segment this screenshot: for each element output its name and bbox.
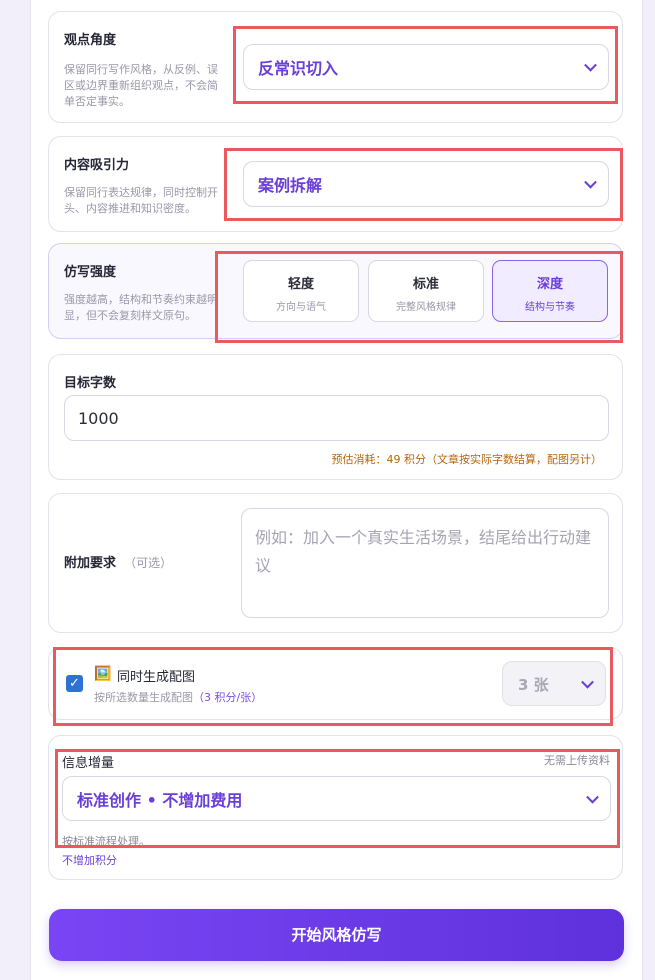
word-count-title: 目标字数 bbox=[64, 376, 117, 391]
extra-optional: （可选） bbox=[124, 556, 173, 570]
attraction-desc: 保留同行表达规律，同时控制开头、内容推进和知识密度。 bbox=[64, 186, 218, 215]
highlight-box bbox=[53, 647, 613, 726]
word-count-value: 1000 bbox=[78, 409, 119, 428]
extra-label: 附加要求 （可选） bbox=[64, 552, 172, 571]
intensity-title: 仿写强度 bbox=[64, 265, 117, 280]
extra-placeholder: 例如：加入一个真实生活场景，结尾给出行动建议 bbox=[255, 528, 592, 575]
info-cost: 不增加积分 bbox=[62, 854, 117, 867]
extra-textarea[interactable]: 例如：加入一个真实生活场景，结尾给出行动建议 bbox=[241, 508, 609, 618]
intensity-desc: 强度越高，结构和节奏约束越明显，但不会复刻样文原句。 bbox=[64, 293, 218, 322]
extra-title: 附加要求 bbox=[64, 556, 117, 571]
viewpoint-title: 观点角度 bbox=[64, 33, 117, 48]
highlight-box bbox=[224, 148, 623, 221]
highlight-box bbox=[233, 26, 618, 104]
highlight-box bbox=[55, 749, 620, 848]
viewpoint-desc: 保留同行写作风格，从反例、误区或边界重新组织观点，不会简单否定事实。 bbox=[64, 63, 218, 108]
start-imitation-button[interactable]: 开始风格仿写 bbox=[49, 909, 624, 961]
cost-estimate: 预估消耗：49 积分（文章按实际字数结算，配图另计） bbox=[331, 453, 603, 466]
word-count-input[interactable]: 1000 bbox=[64, 395, 609, 441]
attraction-title: 内容吸引力 bbox=[64, 158, 130, 173]
highlight-box bbox=[215, 251, 623, 343]
